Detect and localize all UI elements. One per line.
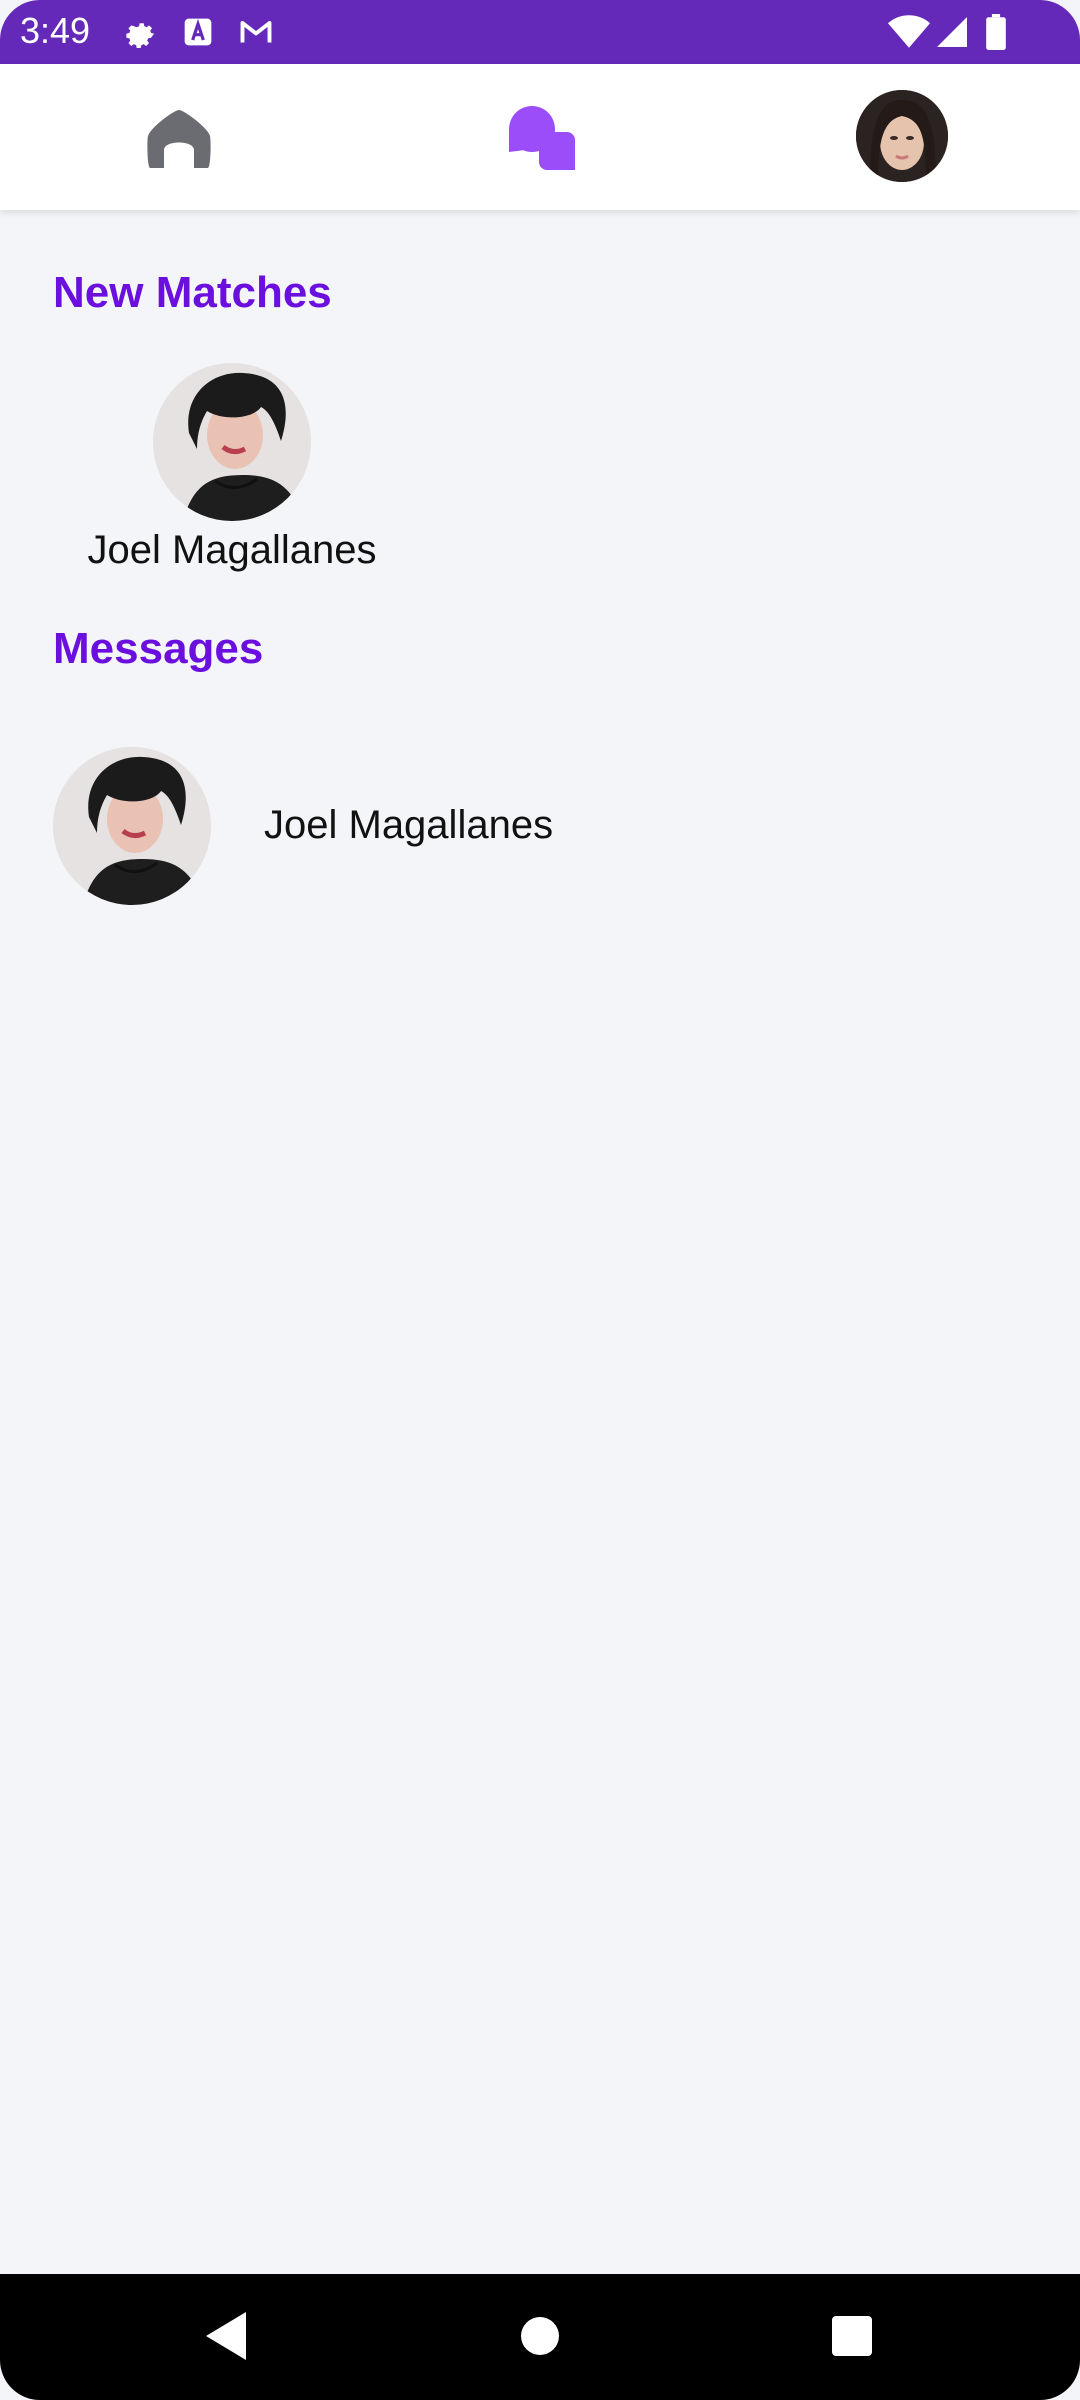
match-name[interactable]: Joel Magallanes bbox=[40, 528, 424, 573]
text-a-icon bbox=[184, 18, 212, 46]
match-avatar[interactable] bbox=[153, 363, 311, 521]
messages-title: Messages bbox=[53, 624, 264, 673]
profile-avatar[interactable] bbox=[856, 90, 948, 182]
new-matches-title: New Matches bbox=[53, 268, 332, 317]
settings-icon bbox=[126, 23, 155, 49]
match-avatar-image bbox=[153, 363, 311, 521]
home-icon[interactable] bbox=[144, 104, 214, 174]
battery-icon bbox=[986, 14, 1006, 50]
back-icon[interactable] bbox=[202, 2310, 248, 2362]
signal-icon bbox=[937, 17, 967, 47]
status-time: 3:49 bbox=[20, 10, 91, 51]
wifi-icon bbox=[888, 15, 930, 48]
message-avatar-image bbox=[53, 747, 211, 905]
home-circle-icon[interactable] bbox=[520, 2310, 560, 2362]
gmail-icon bbox=[240, 21, 272, 43]
status-bar: 3:49 bbox=[0, 0, 1080, 64]
chat-bubbles-icon[interactable] bbox=[505, 102, 575, 172]
message-contact-name: Joel Magallanes bbox=[264, 803, 554, 847]
top-navigation-bar bbox=[0, 64, 1080, 210]
message-avatar[interactable] bbox=[53, 747, 211, 905]
profile-avatar-image bbox=[856, 90, 948, 182]
recents-square-icon[interactable] bbox=[830, 2310, 874, 2362]
message-list-item[interactable]: Joel Magallanes bbox=[0, 740, 1080, 920]
system-navigation-bar bbox=[0, 2274, 1080, 2400]
